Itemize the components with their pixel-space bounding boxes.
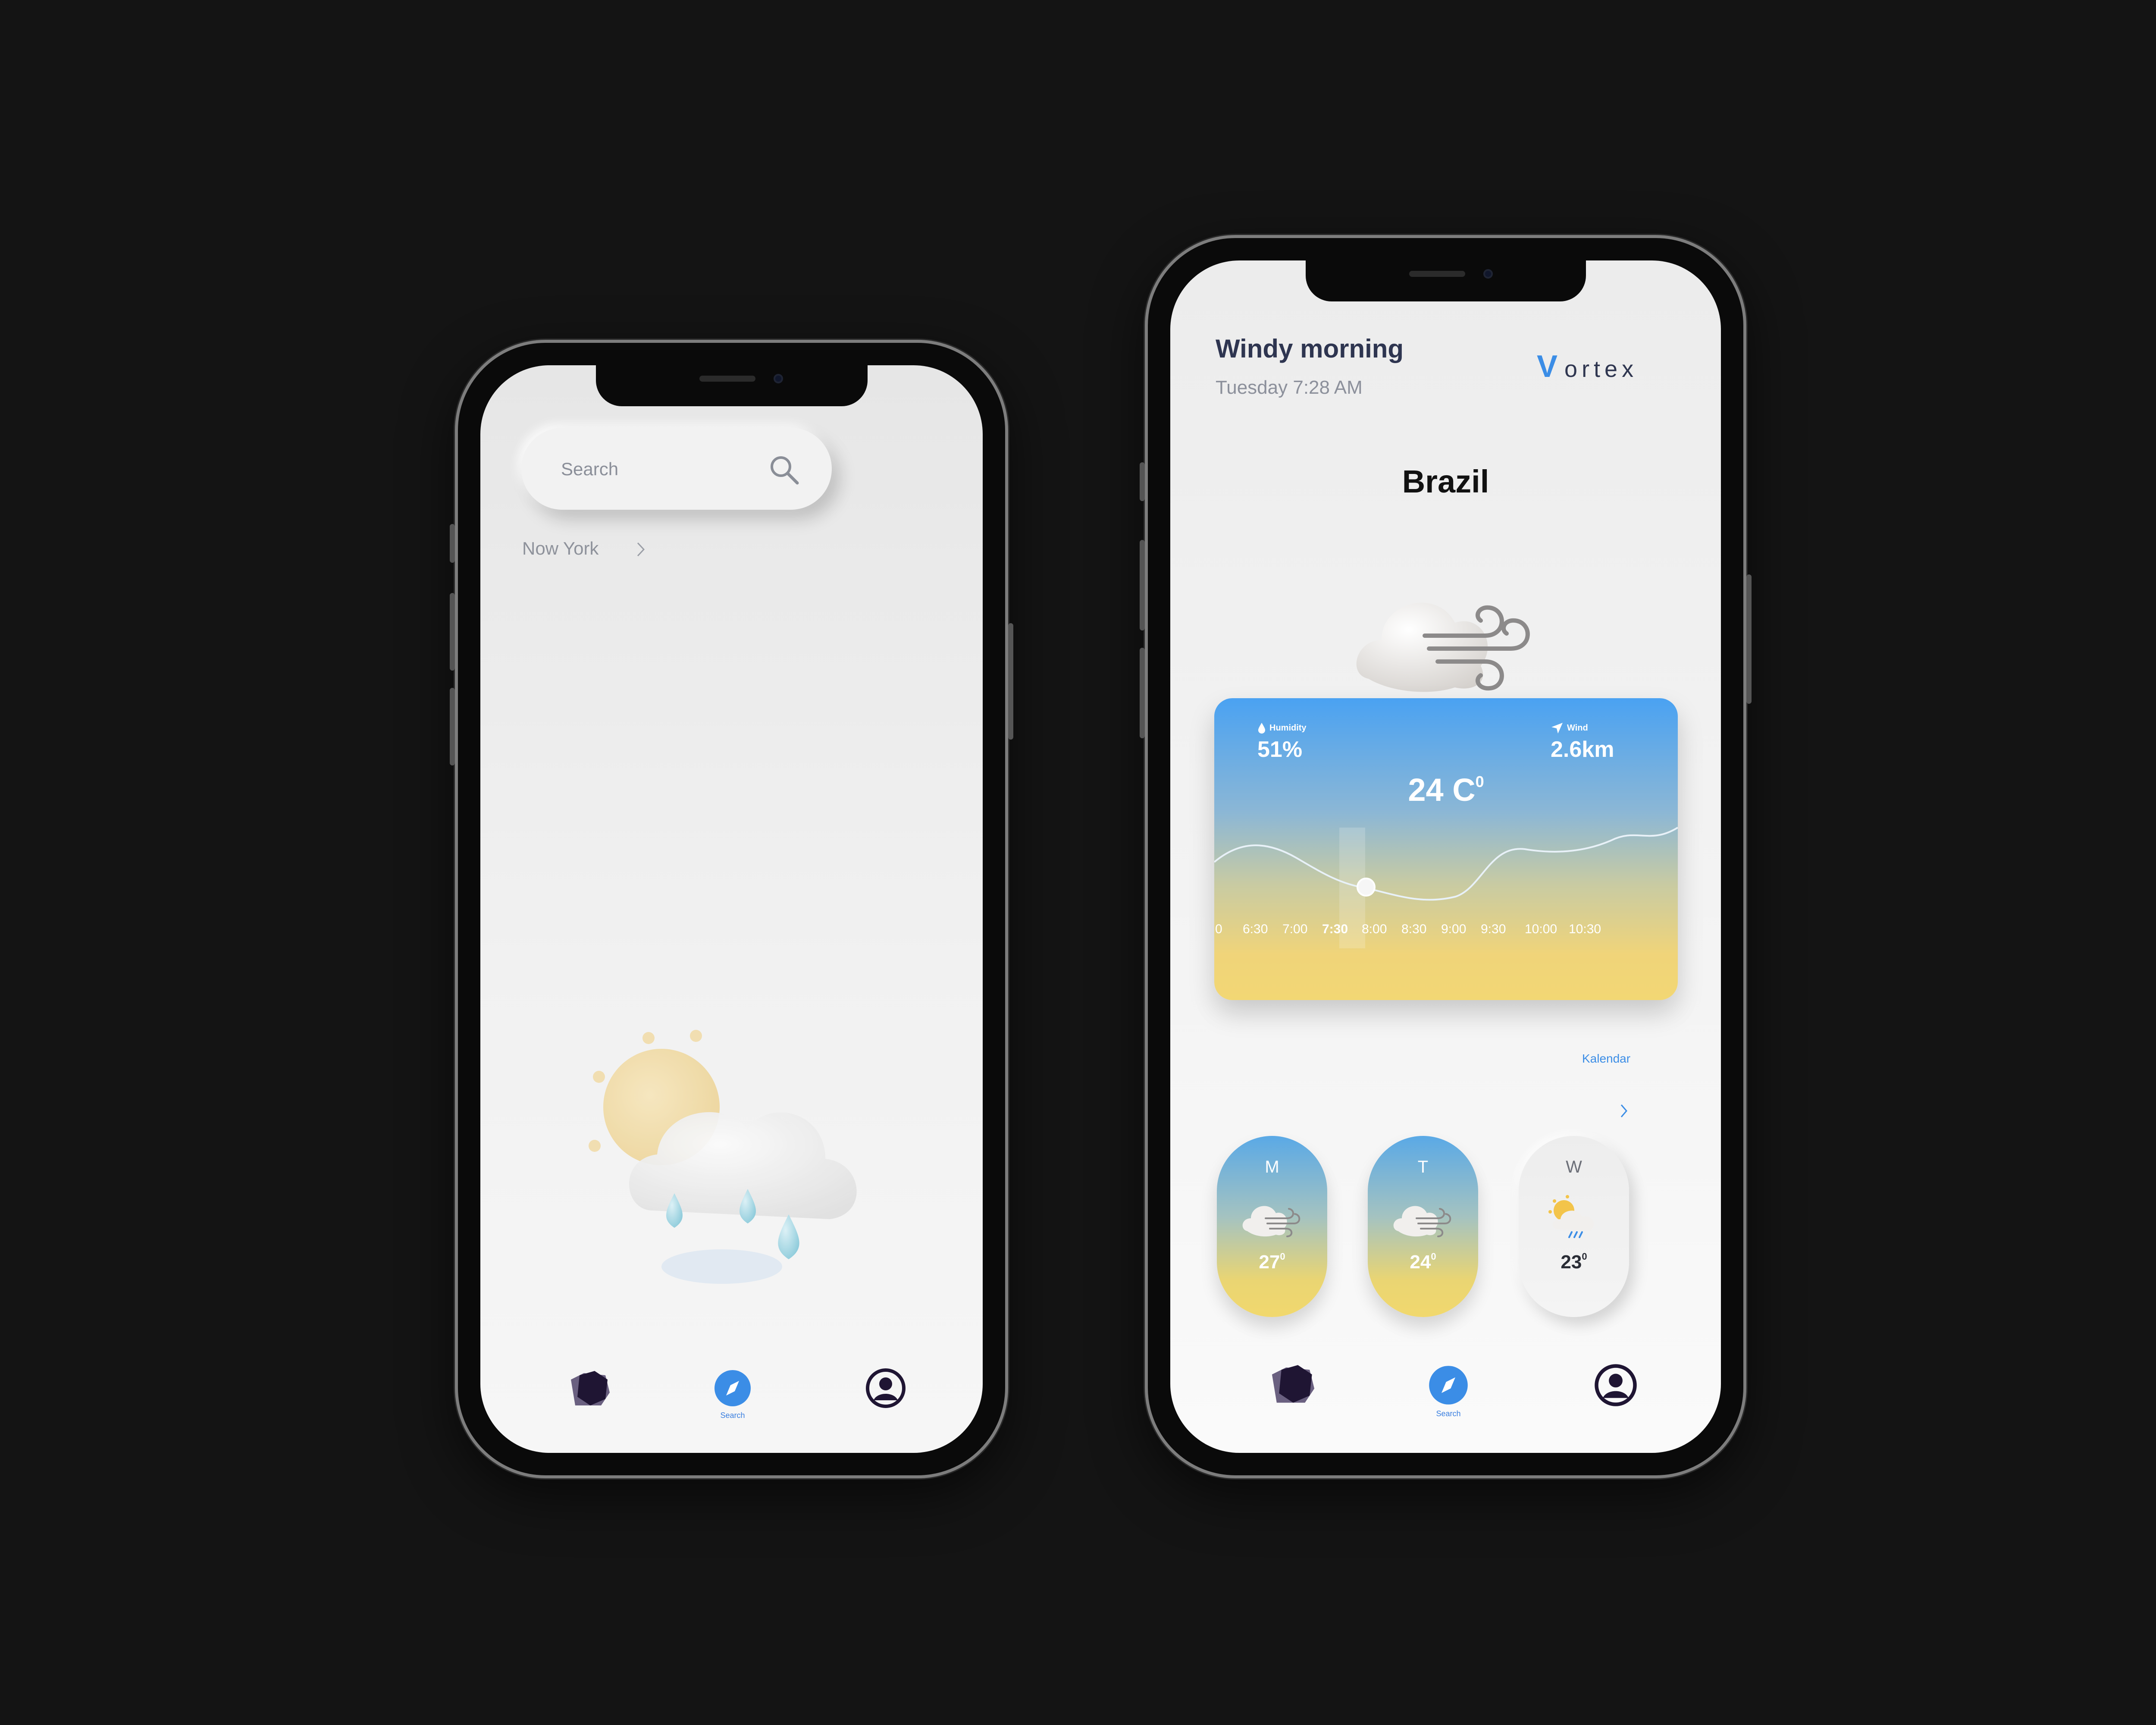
home-icon	[1272, 1365, 1315, 1403]
time-label[interactable]: 0	[1215, 922, 1222, 936]
power-button	[1746, 574, 1752, 704]
search-bar[interactable]	[521, 428, 832, 510]
temperature-value: 24 C	[1408, 772, 1476, 808]
time-label[interactable]: 7:30	[1322, 922, 1348, 936]
humidity-stat: Humidity 51%	[1257, 722, 1307, 762]
day-letter: M	[1265, 1157, 1279, 1176]
kalendar-link[interactable]: Kalendar	[1582, 1052, 1630, 1066]
nav-search[interactable]: Search	[1428, 1364, 1469, 1418]
selected-time-marker[interactable]	[1357, 878, 1376, 897]
datetime-label: Tuesday 7:28 AM	[1216, 377, 1363, 398]
time-axis: 0 6:30 7:00 7:30 8:00 8:30 9:00 9:30 10:00 10:30	[1215, 922, 1601, 936]
nav-search[interactable]: Search	[713, 1369, 752, 1420]
brand-logo: V ortex	[1537, 349, 1638, 384]
temperature-degree: 0	[1475, 773, 1484, 790]
nav-home[interactable]	[1267, 1360, 1319, 1408]
profile-icon	[1595, 1364, 1637, 1406]
bottom-nav: Search	[480, 1349, 983, 1453]
speaker	[1409, 271, 1465, 277]
day-temperature-value: 23	[1561, 1251, 1582, 1273]
recent-city-link[interactable]: Now York	[522, 533, 660, 564]
bottom-nav: Search	[1170, 1349, 1721, 1453]
nav-profile[interactable]	[864, 1367, 907, 1410]
wind-value: 2.6km	[1551, 737, 1614, 762]
humidity-value: 51%	[1257, 737, 1303, 762]
time-label[interactable]: 9:00	[1441, 922, 1466, 936]
volume-down-button	[450, 688, 455, 765]
day-temperature: 240	[1410, 1251, 1436, 1273]
forecast-day-card[interactable]: M 270	[1217, 1136, 1327, 1317]
profile-icon	[866, 1368, 906, 1408]
temperature-curve	[1214, 827, 1678, 901]
brand-initial: V	[1537, 349, 1558, 384]
search-icon[interactable]	[767, 453, 802, 487]
chevron-right-icon	[637, 542, 645, 557]
humidity-label: Humidity	[1269, 723, 1307, 733]
recent-city-label: Now York	[522, 538, 599, 558]
city-title: Brazil	[1402, 464, 1489, 499]
mute-switch	[1140, 462, 1145, 501]
nav-home[interactable]	[567, 1367, 614, 1410]
weather-condition-title: Windy morning	[1216, 334, 1404, 363]
notch	[595, 365, 868, 406]
time-label[interactable]: 10:00	[1525, 922, 1557, 936]
search-input[interactable]	[560, 454, 747, 485]
day-temperature-value: 27	[1259, 1251, 1280, 1273]
sun-rain-cloud-icon	[1548, 1195, 1594, 1238]
time-label[interactable]: 6:30	[1243, 922, 1268, 936]
time-label[interactable]: 8:00	[1362, 922, 1387, 936]
home-icon	[571, 1371, 610, 1405]
current-temperature: 24 C0	[1214, 772, 1678, 808]
day-temperature-degree: 0	[1582, 1251, 1587, 1262]
time-label[interactable]: 9:30	[1481, 922, 1506, 936]
day-temperature-degree: 0	[1431, 1251, 1436, 1262]
notch	[1305, 260, 1586, 301]
wind-cloud-icon	[1242, 1206, 1300, 1237]
sun-rain-cloud-icon	[589, 1030, 857, 1284]
nav-search-label: Search	[720, 1411, 745, 1420]
compass-icon	[714, 1370, 751, 1406]
volume-up-button	[1140, 540, 1145, 630]
wind-stat: Wind 2.6km	[1551, 722, 1614, 762]
time-label[interactable]: 8:30	[1401, 922, 1426, 936]
day-letter: W	[1566, 1157, 1582, 1176]
compass-icon	[1429, 1366, 1468, 1405]
left-screen: Now York	[480, 365, 983, 1453]
day-temperature: 230	[1561, 1251, 1587, 1273]
time-label[interactable]: 10:30	[1569, 922, 1601, 936]
day-temperature-value: 24	[1410, 1251, 1431, 1273]
volume-down-button	[1140, 648, 1145, 738]
wind-cloud-icon	[1356, 602, 1530, 692]
brand-name: ortex	[1564, 356, 1638, 382]
phone-left: Now York	[450, 340, 1013, 1478]
forecast-day-card[interactable]: T 240	[1368, 1136, 1478, 1317]
chevron-right-icon[interactable]	[1618, 1101, 1630, 1120]
day-letter: T	[1417, 1157, 1429, 1176]
time-label[interactable]: 7:00	[1282, 922, 1307, 936]
day-temperature: 270	[1259, 1251, 1285, 1273]
power-button	[1008, 623, 1013, 740]
day-temperature-degree: 0	[1280, 1251, 1285, 1262]
forecast-day-card[interactable]: W 230	[1519, 1136, 1629, 1317]
nav-search-label: Search	[1436, 1409, 1461, 1418]
front-camera	[773, 374, 783, 383]
navigation-arrow-icon	[1551, 723, 1563, 734]
right-screen: Windy morning Tuesday 7:28 AM V ortex Br…	[1170, 260, 1721, 1453]
volume-up-button	[450, 593, 455, 671]
front-camera	[1483, 269, 1493, 279]
wind-label: Wind	[1567, 723, 1588, 733]
droplet-icon	[1258, 723, 1265, 734]
phone-right: Windy morning Tuesday 7:28 AM V ortex Br…	[1140, 235, 1752, 1478]
mute-switch	[450, 524, 455, 563]
nav-profile[interactable]	[1593, 1362, 1639, 1408]
weather-card[interactable]: 0 6:30 7:00 7:30 8:00 8:30 9:00 9:30 10:00 10:30 …	[1214, 698, 1678, 1000]
wind-cloud-icon	[1393, 1206, 1451, 1237]
speaker	[699, 376, 755, 382]
